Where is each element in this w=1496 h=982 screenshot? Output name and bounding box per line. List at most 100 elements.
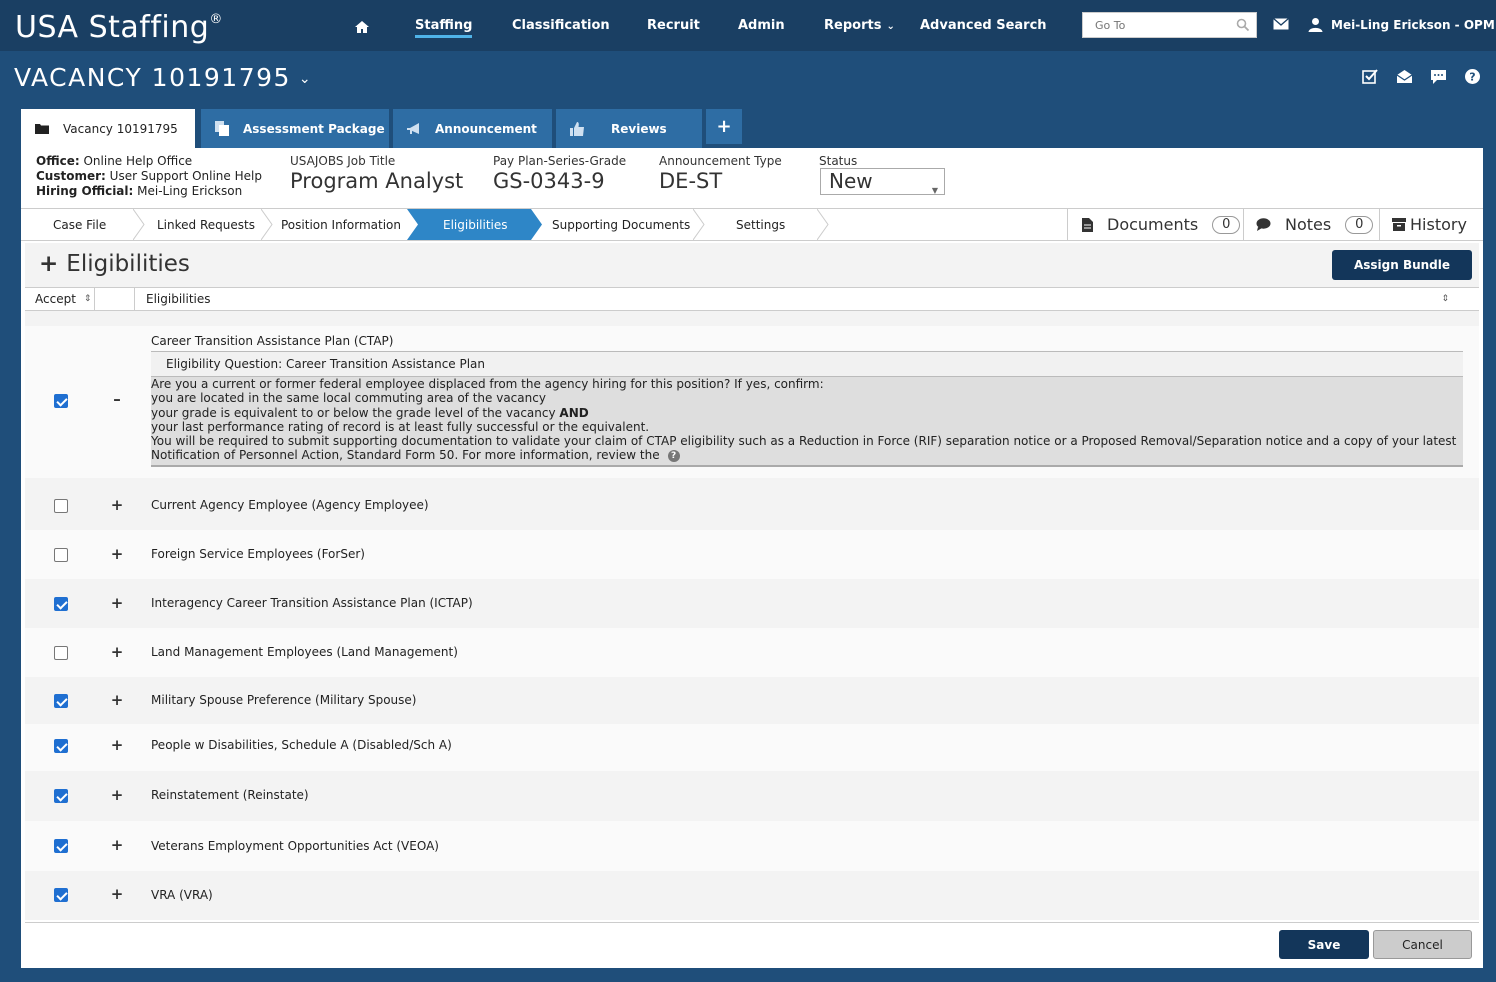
accept-header-label: Accept	[35, 292, 76, 306]
accept-checkbox[interactable]	[54, 694, 68, 708]
column-header-eligibilities[interactable]: Eligibilities ⇕	[135, 288, 1479, 310]
vacancy-header: VACANCY 10191795 ⌄ ?	[0, 51, 1496, 111]
vacancy-title[interactable]: VACANCY 10191795 ⌄	[14, 63, 312, 92]
user-name: Mei-Ling Erickson - OPM	[1331, 17, 1495, 32]
tab-announcement[interactable]: Announcement	[393, 109, 552, 148]
notes-button[interactable]: Notes 0	[1243, 209, 1379, 240]
status-label: Status	[819, 154, 858, 168]
assign-bundle-button[interactable]: Assign Bundle	[1332, 250, 1472, 280]
expand-toggle[interactable]: +	[110, 885, 124, 903]
accept-checkbox[interactable]	[54, 548, 68, 562]
collapse-toggle[interactable]: –	[110, 390, 124, 408]
add-tab-button[interactable]: +	[706, 109, 742, 144]
office-value: Online Help Office	[83, 154, 193, 168]
documents-label: Documents	[1107, 215, 1199, 234]
table-row: + Foreign Service Employees (ForSer)	[25, 530, 1479, 579]
expand-toggle[interactable]: +	[110, 594, 124, 612]
checklist-icon[interactable]	[1362, 68, 1379, 85]
tab-announcement-label: Announcement	[435, 121, 537, 136]
user-icon	[1308, 18, 1323, 32]
ppsg-label: Pay Plan-Series-Grade	[493, 154, 627, 168]
step-divider	[531, 209, 542, 240]
sort-icon: ⇕	[83, 294, 92, 304]
tab-vacancy[interactable]: Vacancy 10191795	[21, 109, 195, 148]
history-button[interactable]: History	[1379, 209, 1483, 240]
eligibility-label: People w Disabilities, Schedule A (Disab…	[151, 738, 452, 752]
nav-recruit[interactable]: Recruit	[647, 18, 700, 33]
tab-vacancy-label: Vacancy 10191795	[63, 121, 178, 136]
table-row: + Current Agency Employee (Agency Employ…	[25, 481, 1479, 530]
nav-advanced-search[interactable]: Advanced Search	[920, 18, 1047, 33]
nav-staffing[interactable]: Staffing	[415, 18, 473, 38]
accept-checkbox[interactable]	[54, 888, 68, 902]
question-help-icon[interactable]: ?	[667, 449, 680, 462]
cancel-button[interactable]: Cancel	[1373, 930, 1472, 959]
eligibility-label: Interagency Career Transition Assistance…	[151, 596, 473, 610]
step-case-file[interactable]: Case File	[21, 209, 133, 240]
help-icon[interactable]: ?	[1464, 68, 1481, 85]
open-mail-icon[interactable]	[1396, 68, 1413, 85]
eligibilities-header-label: Eligibilities	[146, 292, 211, 306]
step-eligibilities[interactable]: Eligibilities	[419, 209, 531, 240]
expand-toggle[interactable]: +	[110, 691, 124, 709]
step-supporting-documents[interactable]: Supporting Documents	[543, 209, 693, 240]
accept-checkbox[interactable]	[54, 394, 68, 408]
expand-toggle[interactable]: +	[110, 496, 124, 514]
step-linked-requests[interactable]: Linked Requests	[145, 209, 261, 240]
step-position-information[interactable]: Position Information	[273, 209, 407, 240]
home-icon[interactable]	[354, 19, 370, 35]
status-value: New	[829, 169, 873, 193]
accept-checkbox[interactable]	[54, 597, 68, 611]
eligibility-label: Foreign Service Employees (ForSer)	[151, 547, 365, 561]
announcement-type-label: Announcement Type	[659, 154, 782, 168]
speech-bubble-icon	[1256, 218, 1271, 231]
eligibility-label: Reinstatement (Reinstate)	[151, 788, 309, 802]
archive-icon	[1392, 218, 1406, 231]
search-icon[interactable]	[1236, 18, 1250, 32]
accept-checkbox[interactable]	[54, 646, 68, 660]
status-select[interactable]: New ▼	[820, 168, 945, 195]
accept-checkbox[interactable]	[54, 739, 68, 753]
table-row: + Military Spouse Preference (Military S…	[25, 677, 1479, 724]
customer-value: User Support Online Help	[109, 169, 262, 183]
eligibility-label: Current Agency Employee (Agency Employee…	[151, 498, 429, 512]
case-steps-nav: Case File Linked Requests Position Infor…	[21, 208, 1483, 241]
expand-toggle[interactable]: +	[110, 786, 124, 804]
table-row: + Land Management Employees (Land Manage…	[25, 628, 1479, 677]
tab-reviews[interactable]: Reviews	[556, 109, 702, 148]
step-settings[interactable]: Settings	[705, 209, 817, 240]
comment-icon[interactable]	[1430, 68, 1447, 85]
user-menu[interactable]: Mei-Ling Erickson - OPM ⌄	[1308, 17, 1496, 32]
table-row: + Interagency Career Transition Assistan…	[25, 579, 1479, 628]
table-row: – Career Transition Assistance Plan (CTA…	[25, 326, 1479, 478]
document-icon	[1082, 217, 1093, 232]
mail-icon[interactable]	[1273, 18, 1289, 30]
history-label: History	[1410, 215, 1467, 234]
column-header-accept[interactable]: Accept ⇕	[25, 288, 95, 310]
expand-toggle[interactable]: +	[110, 643, 124, 661]
nav-reports[interactable]: Reports ⌄	[824, 18, 895, 33]
expand-toggle[interactable]: +	[110, 836, 124, 854]
tab-reviews-label: Reviews	[611, 121, 667, 136]
nav-admin[interactable]: Admin	[738, 18, 785, 33]
eligibilities-section: + Eligibilities Assign Bundle Accept ⇕ El…	[25, 243, 1479, 920]
brand-logo[interactable]: USA Staffing®	[15, 10, 223, 45]
goto-input[interactable]	[1083, 13, 1233, 37]
table-row: + Veterans Employment Opportunities Act …	[25, 821, 1479, 871]
top-navigation-bar: USA Staffing® Staffing Classification Re…	[0, 0, 1496, 51]
section-title[interactable]: + Eligibilities	[39, 251, 190, 277]
nav-reports-label: Reports	[824, 18, 882, 33]
nav-classification[interactable]: Classification	[512, 18, 610, 33]
accept-checkbox[interactable]	[54, 499, 68, 513]
expand-toggle[interactable]: +	[110, 736, 124, 754]
documents-icon	[215, 121, 229, 136]
documents-button[interactable]: Documents 0	[1067, 209, 1243, 240]
form-footer: Save Cancel	[25, 922, 1479, 964]
notes-label: Notes	[1285, 215, 1332, 234]
accept-checkbox[interactable]	[54, 789, 68, 803]
expand-toggle[interactable]: +	[110, 545, 124, 563]
tab-assessment-package[interactable]: Assessment Package	[201, 109, 389, 148]
accept-checkbox[interactable]	[54, 839, 68, 853]
save-button[interactable]: Save	[1279, 930, 1369, 959]
ppsg-field: Pay Plan-Series-Grade GS-0343-9	[493, 154, 626, 193]
